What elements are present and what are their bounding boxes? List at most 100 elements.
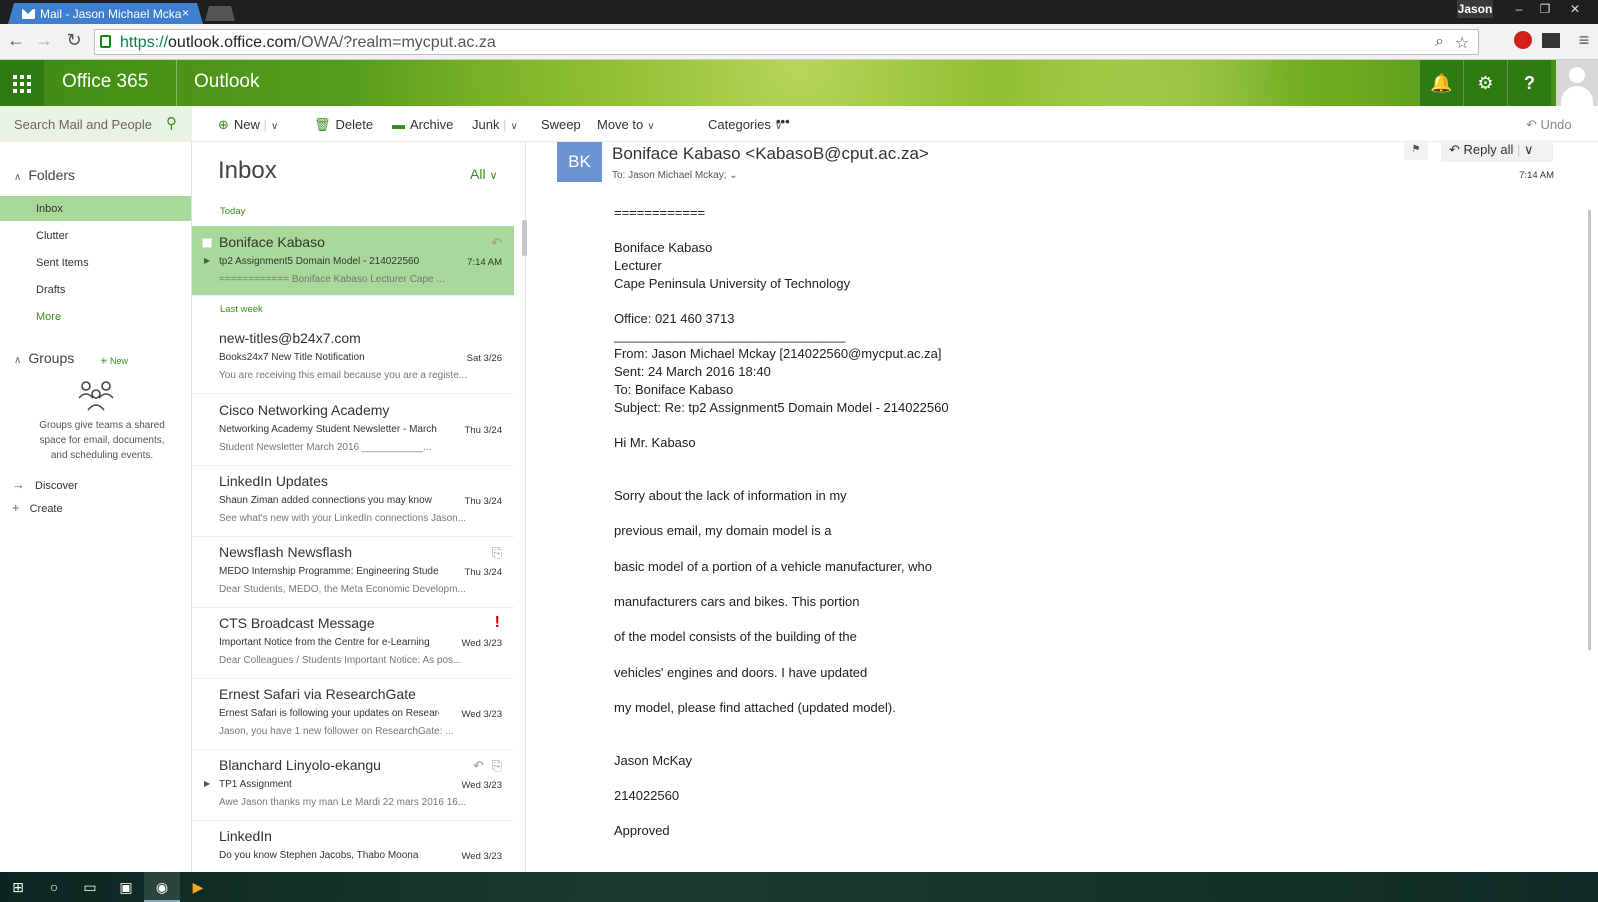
delete-button[interactable]: 🗑 Delete [314, 117, 373, 133]
chevron-up-icon: ∧ [14, 172, 22, 183]
list-item[interactable]: LinkedIn Do you know Stephen Jacobs, Tha… [192, 820, 514, 872]
item-preview: Awe Jason thanks my man Le Mardi 22 mars… [219, 797, 467, 808]
expand-triangle-icon[interactable]: ▶ [204, 779, 210, 788]
browser-titlebar: Mail - Jason Michael Mcka × Jason – ❐ ✕ [0, 0, 1598, 24]
media-player-icon[interactable]: ▶ [180, 872, 216, 902]
lock-icon [100, 35, 111, 48]
folder-clutter[interactable]: Clutter [0, 223, 191, 248]
browser-user-badge[interactable]: Jason [1457, 0, 1493, 18]
browser-tab[interactable]: Mail - Jason Michael Mcka × [8, 3, 203, 24]
address-bar[interactable]: https://outlook.office.com/OWA/?realm=my… [94, 29, 1479, 55]
plus-icon: + [12, 500, 20, 515]
tab-close-icon[interactable]: × [182, 6, 189, 20]
minimize-icon[interactable]: – [1506, 0, 1532, 18]
folders-header[interactable]: ∧ Folders [14, 167, 75, 183]
forward-icon[interactable]: → [32, 30, 56, 51]
sweep-button[interactable]: Sweep [541, 117, 581, 132]
new-tab-button[interactable] [205, 6, 235, 21]
tab-title: Mail - Jason Michael Mcka [40, 7, 182, 21]
item-subject: MEDO Internship Programme: Engineering S… [219, 566, 439, 577]
chevron-down-icon[interactable]: ∨ [510, 121, 517, 132]
filter-dropdown[interactable]: All ∨ [470, 166, 498, 182]
new-button[interactable]: ⊕ New | ∨ [218, 117, 278, 133]
cortana-icon[interactable]: ○ [36, 872, 72, 902]
avatar[interactable] [1556, 60, 1598, 106]
categories-button[interactable]: Categories ∨ [708, 117, 782, 132]
search-input[interactable]: Search Mail and People ⚲ [0, 106, 192, 142]
select-checkbox[interactable] [202, 238, 212, 248]
groups-description: Groups give teams a shared space for ema… [39, 420, 165, 461]
bookmark-star-icon[interactable]: ☆ [1455, 33, 1469, 53]
gear-icon[interactable]: ⚙ [1463, 60, 1507, 106]
body-line: Cape Peninsula University of Technology [614, 276, 851, 291]
list-item[interactable]: Cisco Networking Academy Networking Acad… [192, 394, 514, 466]
item-preview: Dear Colleagues / Students Important Not… [219, 655, 462, 666]
undo-icon: ↶ [1526, 117, 1537, 132]
folder-inbox[interactable]: Inbox [0, 196, 191, 221]
folder-sent-items[interactable]: Sent Items [0, 250, 191, 275]
reading-scrollbar[interactable] [1588, 210, 1591, 650]
taskbar: ⊞ ○ ▭ ▣ ◉ ▶ [0, 872, 1598, 902]
search-placeholder: Search Mail and People [14, 117, 153, 132]
item-time: Thu 3/24 [464, 567, 503, 578]
zoom-icon[interactable]: ⌕ [1435, 33, 1444, 51]
new-group-button[interactable]: ✳ New [100, 356, 128, 367]
mail-icon [22, 9, 35, 19]
page-title: Inbox [218, 157, 277, 184]
chrome-menu-icon[interactable]: ≡ [1572, 30, 1596, 51]
list-item[interactable]: CTS Broadcast Message ! Important Notice… [192, 607, 514, 679]
expand-triangle-icon[interactable]: ▶ [204, 256, 210, 265]
folder-drafts[interactable]: Drafts [0, 277, 191, 302]
more-actions-button[interactable]: ••• [776, 114, 790, 129]
list-item[interactable]: ▶ Blanchard Linyolo-ekangu ↶ ⎘ TP1 Assig… [192, 749, 514, 821]
item-time: Thu 3/24 [464, 425, 503, 436]
office365-brand[interactable]: Office 365 [62, 71, 148, 93]
chevron-down-icon: ∨ [647, 121, 655, 132]
file-explorer-icon[interactable]: ▣ [108, 872, 144, 902]
chrome-icon[interactable]: ◉ [144, 872, 180, 902]
plus-icon: ⊕ [218, 117, 229, 132]
item-time: Sat 3/26 [466, 353, 502, 364]
windows-start-icon[interactable]: ⊞ [0, 872, 36, 902]
list-item[interactable]: Ernest Safari via ResearchGate Ernest Sa… [192, 678, 514, 750]
item-preview: ============ Boniface Kabaso Lecturer Ca… [219, 274, 445, 285]
create-link[interactable]: + Create [12, 500, 63, 515]
junk-button[interactable]: Junk | ∨ [472, 117, 518, 132]
undo-button[interactable]: ↶ Undo [1526, 117, 1572, 133]
search-icon[interactable]: ⚲ [166, 114, 177, 132]
list-item[interactable]: new-titles@b24x7.com Books24x7 New Title… [192, 322, 514, 394]
bell-icon[interactable]: 🔔 [1419, 60, 1463, 106]
app-launcher-icon[interactable] [0, 60, 44, 106]
list-item[interactable]: ▶ Boniface Kabaso ↶ tp2 Assignment5 Doma… [192, 226, 514, 296]
restore-icon[interactable]: ❐ [1532, 0, 1558, 18]
body-line: Sorry about the lack of information in m… [614, 488, 847, 503]
high-importance-icon: ! [494, 614, 500, 631]
reply-all-button[interactable]: ↶ Reply all | ∨ [1441, 140, 1553, 162]
groups-header[interactable]: ∧ Groups [14, 350, 74, 366]
suite-header: Office 365 Outlook 🔔 ⚙ ? [0, 60, 1598, 106]
list-item[interactable]: LinkedIn Updates Shaun Ziman added conne… [192, 465, 514, 537]
folders-more-link[interactable]: More [0, 304, 191, 329]
list-item[interactable]: Newsflash Newsflash ⎘ MEDO Internship Pr… [192, 536, 514, 608]
expand-recipients-icon[interactable]: ⌄ [729, 170, 737, 181]
back-icon[interactable]: ← [4, 30, 28, 51]
message-time: 7:14 AM [1519, 170, 1554, 181]
group-header-today: Today [220, 206, 246, 217]
task-view-icon[interactable]: ▭ [72, 872, 108, 902]
extension-icon[interactable] [1542, 33, 1560, 48]
app-name[interactable]: Outlook [194, 71, 259, 93]
help-icon[interactable]: ? [1507, 60, 1551, 106]
discover-link[interactable]: → Discover [12, 477, 78, 492]
reload-icon[interactable]: ↻ [62, 30, 86, 51]
item-preview: Student Newsletter March 2016 __________… [219, 442, 432, 453]
recipient-line[interactable]: To: Jason Michael Mckay; ⌄ [612, 170, 738, 181]
opera-extension-icon[interactable] [1514, 31, 1532, 49]
archive-button[interactable]: ▬ Archive [392, 117, 453, 132]
sender-name[interactable]: Boniface Kabaso <KabasoB@cput.ac.za> [612, 144, 929, 164]
chevron-down-icon[interactable]: ∨ [1524, 142, 1534, 157]
flag-icon[interactable]: ⚑ [1404, 140, 1428, 160]
chevron-down-icon[interactable]: ∨ [271, 121, 278, 132]
window-close-icon[interactable]: ✕ [1562, 0, 1588, 18]
move-to-button[interactable]: Move to ∨ [597, 117, 655, 132]
command-bar: Search Mail and People ⚲ ⊕ New | ∨ 🗑 Delete… [0, 106, 1598, 142]
